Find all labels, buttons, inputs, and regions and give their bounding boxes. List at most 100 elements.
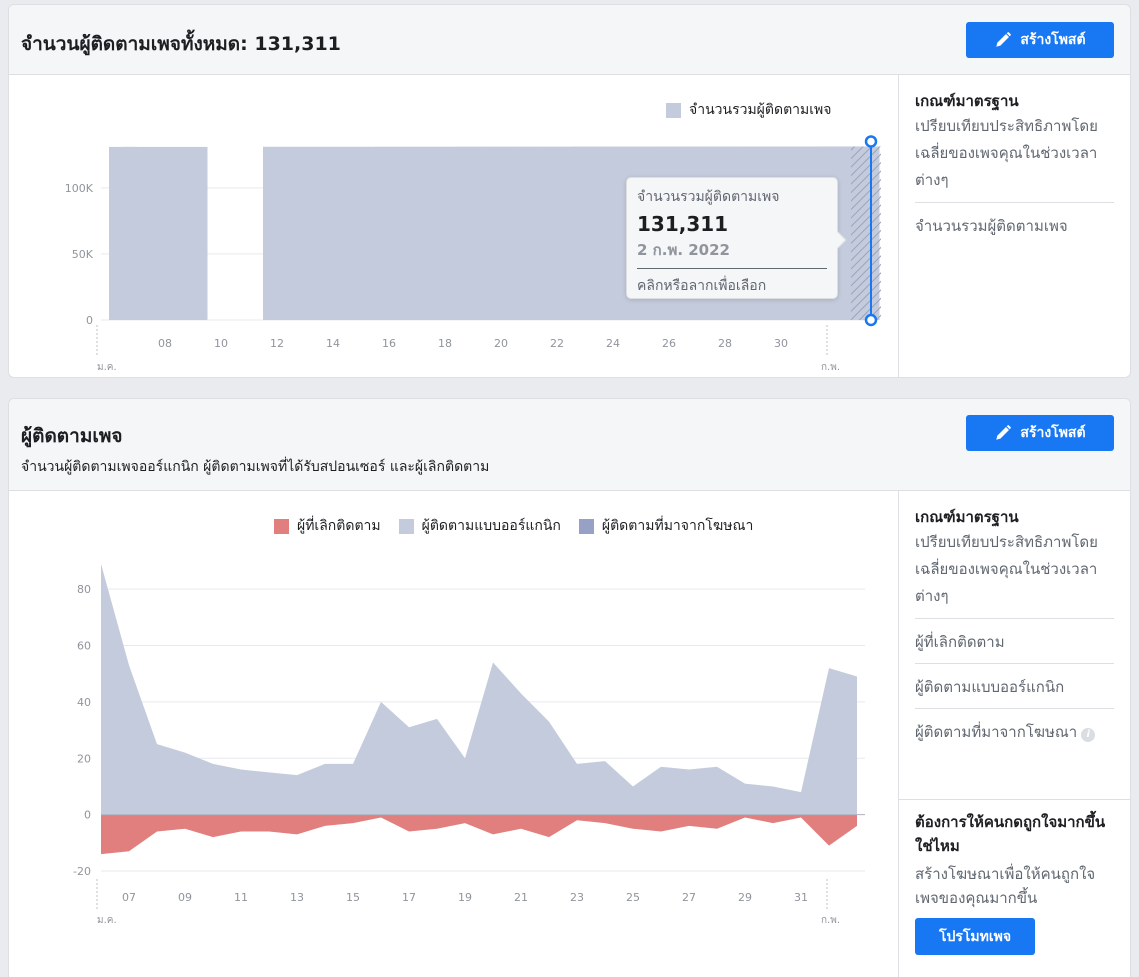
x-tick-label: 30 <box>774 337 788 350</box>
legend-label: ผู้ติดตามที่มาจากโฆษณา <box>601 518 754 534</box>
create-post-button[interactable]: สร้างโพสต์ <box>966 415 1114 451</box>
chart-tooltip: จำนวนรวมผู้ติดตามเพจ 131,311 2 ก.พ. 2022… <box>626 177 847 299</box>
create-post-button[interactable]: สร้างโพสต์ <box>966 22 1114 58</box>
area-segment <box>375 146 404 320</box>
x-tick-label: 21 <box>514 891 528 904</box>
month-label: ม.ค. <box>97 362 117 373</box>
selection-handle-bottom <box>864 313 878 327</box>
card-title: จำนวนผู้ติดตามเพจทั้งหมด: 131,311 <box>21 33 341 55</box>
benchmark-heading: เกณฑ์มาตรฐาน <box>915 508 1019 526</box>
card-title: ผู้ติดตามเพจ <box>21 425 123 447</box>
info-icon[interactable]: i <box>1081 728 1096 742</box>
area-segment <box>515 146 544 320</box>
card-header: จำนวนผู้ติดตามเพจทั้งหมด: 131,311 สร้างโ… <box>9 5 1130 75</box>
month-label: ก.พ. <box>821 362 840 373</box>
legend-item-organic[interactable]: ผู้ติดตามแบบออร์แกนิก <box>398 515 561 537</box>
area-segment <box>571 146 600 320</box>
benchmark-heading: เกณฑ์มาตรฐาน <box>915 92 1019 110</box>
y-tick-label: 0 <box>84 809 91 822</box>
x-tick-label: 23 <box>570 891 584 904</box>
card-header: ผู้ติดตามเพจ จำนวนผู้ติดตามเพจออร์แกนิก … <box>9 399 1130 491</box>
x-tick-label: 12 <box>270 337 284 350</box>
promo-heading: ต้องการให้คนกดถูกใจมากขึ้นใช่ไหม <box>915 813 1106 855</box>
benchmark-link-paid[interactable]: ผู้ติดตามที่มาจากโฆษณา i <box>915 708 1114 753</box>
y-tick-label: 60 <box>77 640 91 653</box>
card-subtitle: จำนวนผู้ติดตามเพจออร์แกนิก ผู้ติดตามเพจท… <box>21 459 490 475</box>
selection-handle-top <box>864 135 878 148</box>
x-tick-label: 29 <box>738 891 752 904</box>
promo-text: สร้างโฆษณาเพื่อให้คนถูกใจเพจของคุณมากขึ้… <box>915 865 1096 907</box>
x-tick-label: 27 <box>682 891 696 904</box>
y-tick-label: 80 <box>77 583 91 596</box>
legend-swatch <box>578 518 594 534</box>
area-segment <box>347 146 376 320</box>
benchmark-link-organic[interactable]: ผู้ติดตามแบบออร์แกนิก <box>915 663 1114 708</box>
area-segment <box>263 146 292 320</box>
legend-swatch <box>274 518 289 534</box>
x-tick-label: 26 <box>662 337 676 350</box>
area-segment <box>179 146 208 320</box>
x-tick-label: 25 <box>626 891 640 904</box>
tooltip-hint: คลิกหรือลากเพื่อเลือก <box>637 278 767 294</box>
x-tick-label: 07 <box>122 891 136 904</box>
unfollowers-area <box>101 814 857 855</box>
x-tick-label: 08 <box>158 337 172 350</box>
x-tick-label: 17 <box>402 891 416 904</box>
page-followers-chart[interactable]: -20 0 20 40 60 80 07 09 11 13 15 17 19 21 23 25 27 29 31 ม.… <box>9 539 889 977</box>
create-post-label: สร้างโพสต์ <box>1020 425 1086 441</box>
benchmark-link-total[interactable]: จำนวนรวมผู้ติดตามเพจ <box>915 202 1114 247</box>
total-followers-card: จำนวนผู้ติดตามเพจทั้งหมด: 131,311 สร้างโ… <box>8 4 1131 378</box>
x-tick-label: 15 <box>346 891 360 904</box>
benchmark-link-paid-label: ผู้ติดตามที่มาจากโฆษณา <box>915 723 1078 741</box>
promo-box: ต้องการให้คนกดถูกใจมากขึ้นใช่ไหม สร้างโฆ… <box>899 799 1130 977</box>
x-tick-label: 11 <box>234 891 248 904</box>
area-segment <box>599 146 628 320</box>
create-post-label: สร้างโพสต์ <box>1020 32 1086 48</box>
x-tick-label: 18 <box>438 337 452 350</box>
benchmark-sidebar: เกณฑ์มาตรฐาน เปรียบเทียบประสิทธิภาพโดยเฉ… <box>898 75 1130 377</box>
y-tick-label: 50K <box>72 248 94 261</box>
legend-swatch <box>398 518 414 534</box>
x-tick-label: 10 <box>214 337 228 350</box>
x-tick-label: 24 <box>606 337 620 350</box>
pencil-icon <box>996 32 1012 47</box>
chart2-legend: ผู้ที่เลิกติดตาม ผู้ติดตามแบบออร์แกนิก ผ… <box>274 515 753 537</box>
area-segment <box>291 146 320 320</box>
area-segment <box>319 146 348 320</box>
month-label: ม.ค. <box>97 915 117 926</box>
month-label: ก.พ. <box>821 915 840 926</box>
pencil-icon <box>996 425 1012 440</box>
legend-item-unfollow[interactable]: ผู้ที่เลิกติดตาม <box>274 515 381 537</box>
legend-item-paid[interactable]: ผู้ติดตามที่มาจากโฆษณา <box>578 515 754 537</box>
area-segment <box>459 146 488 320</box>
promote-page-button[interactable]: โปรโมทเพจ <box>915 918 1035 955</box>
legend-label: ผู้ที่เลิกติดตาม <box>297 518 381 534</box>
x-tick-label: 31 <box>794 891 808 904</box>
organic-followers-area <box>101 563 857 815</box>
tooltip-label: จำนวนรวมผู้ติดตามเพจ <box>637 189 780 205</box>
area-segment <box>431 146 460 320</box>
x-tick-label: 19 <box>458 891 472 904</box>
tooltip-value: 131,311 <box>637 212 729 236</box>
y-tick-label: 40 <box>77 696 91 709</box>
page-followers-card: ผู้ติดตามเพจ จำนวนผู้ติดตามเพจออร์แกนิก … <box>8 398 1131 977</box>
x-tick-label: 14 <box>326 337 340 350</box>
x-tick-label: 28 <box>718 337 732 350</box>
partial-day-segment <box>851 146 881 320</box>
area-segment <box>151 146 180 320</box>
area-segment <box>487 146 516 320</box>
benchmark-link-unfollow[interactable]: ผู้ที่เลิกติดตาม <box>915 618 1114 663</box>
tooltip-date: 2 ก.พ. 2022 <box>637 238 827 269</box>
x-tick-label: 13 <box>290 891 304 904</box>
area-segment <box>543 146 572 320</box>
benchmark-sidebar: เกณฑ์มาตรฐาน เปรียบเทียบประสิทธิภาพโดยเฉ… <box>898 491 1130 977</box>
x-tick-label: 16 <box>382 337 396 350</box>
x-tick-label: 22 <box>550 337 564 350</box>
x-tick-label: 20 <box>494 337 508 350</box>
y-tick-label: 100K <box>65 182 94 195</box>
benchmark-description: เปรียบเทียบประสิทธิภาพโดยเฉลี่ยของเพจคุณ… <box>915 117 1098 189</box>
x-tick-label: 09 <box>178 891 192 904</box>
area-segment <box>123 146 152 320</box>
area-segment <box>403 146 432 320</box>
legend-label: ผู้ติดตามแบบออร์แกนิก <box>421 518 561 534</box>
